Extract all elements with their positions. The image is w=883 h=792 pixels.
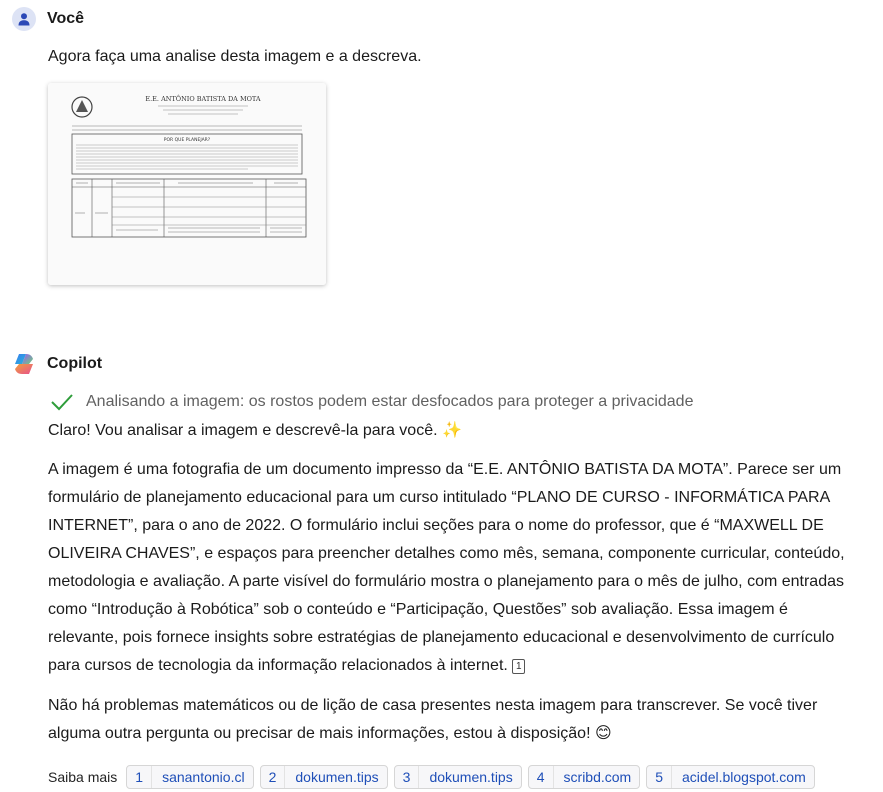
person-icon <box>18 13 30 26</box>
attached-image[interactable]: E.E. ANTÔNIO BATISTA DA MOTA POR QUE PLA… <box>48 83 326 285</box>
copilot-intro: Claro! Vou analisar a imagem e descrevê-… <box>48 422 462 439</box>
document-box-title: POR QUE PLANEJAR? <box>164 137 211 143</box>
user-message-header: Você <box>12 7 84 31</box>
copilot-author-name: Copilot <box>47 355 103 372</box>
citation-ref-1[interactable]: 1 <box>512 659 526 674</box>
source-link-4[interactable]: 4 scribd.com <box>527 765 641 789</box>
user-author-name: Você <box>47 10 85 27</box>
source-label: dokumen.tips <box>295 769 379 785</box>
learn-more-label: Saiba mais <box>48 769 118 785</box>
copilot-paragraph-2: Não há problemas matemáticos ou de lição… <box>48 697 818 742</box>
copilot-paragraph-1-text: A imagem é uma fotografia de um document… <box>48 461 845 674</box>
copilot-avatar <box>12 352 36 376</box>
analysis-status: Analisando a imagem: os rostos podem est… <box>50 392 693 412</box>
document-school-name: E.E. ANTÔNIO BATISTA DA MOTA <box>145 94 261 103</box>
source-label: scribd.com <box>563 769 632 785</box>
document-photo: E.E. ANTÔNIO BATISTA DA MOTA POR QUE PLA… <box>48 83 326 285</box>
copilot-message-header: Copilot <box>12 352 102 376</box>
source-label: acidel.blogspot.com <box>682 769 806 785</box>
source-label: dokumen.tips <box>429 769 513 785</box>
checkmark-icon <box>51 394 73 411</box>
user-avatar <box>12 7 36 31</box>
learn-more-sources: Saiba mais 1 sanantonio.cl 2 dokumen.tip… <box>48 765 821 789</box>
user-message-text: Agora faça uma analise desta imagem e a … <box>48 48 422 65</box>
source-link-2[interactable]: 2 dokumen.tips <box>259 765 388 789</box>
source-number: 3 <box>395 766 420 788</box>
source-link-1[interactable]: 1 sanantonio.cl <box>126 765 254 789</box>
source-link-3[interactable]: 3 dokumen.tips <box>393 765 522 789</box>
source-number: 1 <box>127 766 153 788</box>
source-label: sanantonio.cl <box>162 769 245 785</box>
source-number: 2 <box>261 766 286 788</box>
source-link-5[interactable]: 5 acidel.blogspot.com <box>646 765 815 789</box>
copilot-paragraph-1: A imagem é uma fotografia de um document… <box>48 456 853 680</box>
copilot-logo-icon <box>15 354 33 374</box>
source-number: 5 <box>647 766 673 788</box>
source-number: 4 <box>529 766 554 788</box>
analysis-status-text: Analisando a imagem: os rostos podem est… <box>86 393 694 410</box>
